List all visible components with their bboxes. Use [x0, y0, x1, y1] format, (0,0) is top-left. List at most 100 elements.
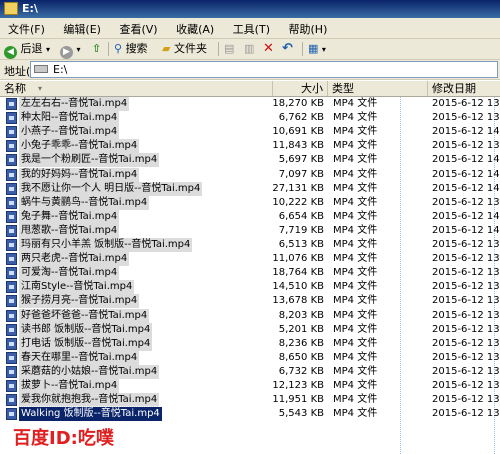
forward-button[interactable]: ▶ ▾	[60, 41, 81, 59]
file-name[interactable]: 好爸爸坏爸爸--音悦Tai.mp4	[19, 308, 150, 323]
file-name[interactable]: 玛丽有只小羊羔 饭制版--音悦Tai.mp4	[19, 238, 193, 252]
file-name[interactable]: 我是一个粉刷匠--音悦Tai.mp4	[19, 153, 160, 168]
file-name[interactable]: 两只老虎--音悦Tai.mp4	[19, 252, 130, 267]
file-row[interactable]: 左左右右--音悦Tai.mp4 18,270 KB MP4 文件 2015-6-12 …	[0, 97, 500, 111]
video-file-icon	[6, 408, 17, 421]
title-bar[interactable]: E:\	[0, 0, 500, 18]
file-type: MP4 文件	[333, 281, 378, 293]
file-name[interactable]: 兔子舞--音悦Tai.mp4	[19, 209, 120, 224]
folder-icon: ▰	[162, 42, 171, 55]
file-row[interactable]: 蜗牛与黄鹂鸟--音悦Tai.mp4 10,222 KB MP4 文件 2015-6-1…	[0, 195, 500, 210]
file-name[interactable]: 拔萝卜--音悦Tai.mp4	[19, 379, 120, 393]
file-row[interactable]: 江南Style--音悦Tai.mp4 14,510 KB MP4 文件 2015-6-…	[0, 280, 500, 295]
file-date: 2015-6-12 14:	[432, 154, 500, 166]
move-to-button[interactable]: ▤	[224, 41, 234, 57]
file-row[interactable]: 我是一个粉刷匠--音悦Tai.mp4 5,697 KB MP4 文件 2015-6-1…	[0, 153, 500, 168]
video-file-icon	[6, 267, 17, 280]
file-name[interactable]: 我不愿让你一个人 明日版--音悦Tai.mp4	[19, 181, 203, 196]
back-arrow-icon: ◀	[4, 46, 17, 59]
menu-view[interactable]: 查看(V)	[111, 18, 164, 37]
column-modified[interactable]: 修改日期	[428, 81, 500, 96]
file-name[interactable]: Walking 饭制版--音悦Tai.mp4	[18, 406, 163, 423]
file-date: 2015-6-12 13:5	[432, 239, 500, 250]
file-size: 11,951 KB	[272, 394, 324, 406]
file-name[interactable]: 我的好妈妈--音悦Tai.mp4	[19, 167, 140, 182]
file-type: MP4 文件	[333, 394, 378, 406]
file-row[interactable]: 兔子舞--音悦Tai.mp4 6,654 KB MP4 文件 2015-6-12 14…	[0, 209, 500, 224]
file-size: 13,678 KB	[272, 295, 324, 307]
file-name[interactable]: 读书郎 饭制版--音悦Tai.mp4	[19, 322, 153, 337]
video-file-icon	[6, 154, 17, 167]
file-row[interactable]: 爱我你就抱抱我--音悦Tai.mp4 11,951 KB MP4 文件 2015-6-…	[0, 393, 500, 408]
column-type[interactable]: 类型	[328, 81, 428, 96]
file-row[interactable]: 打电话 饭制版--音悦Tai.mp4 8,236 KB MP4 文件 2015-6-1…	[0, 336, 500, 351]
file-name[interactable]: 打电话 饭制版--音悦Tai.mp4	[19, 336, 153, 351]
video-file-icon	[6, 380, 17, 392]
file-type: MP4 文件	[333, 337, 378, 349]
file-size: 10,222 KB	[272, 196, 324, 208]
menu-help[interactable]: 帮助(H)	[281, 18, 335, 37]
file-date: 2015-6-12 13:5	[432, 281, 500, 293]
file-name[interactable]: 小燕子--音悦Tai.mp4	[19, 125, 120, 140]
file-size: 5,543 KB	[278, 408, 324, 420]
file-name[interactable]: 种太阳--音悦Tai.mp4	[19, 111, 120, 126]
menu-tools[interactable]: 工具(T)	[225, 18, 277, 37]
file-row[interactable]: 拔萝卜--音悦Tai.mp4 12,123 KB MP4 文件 2015-6-12 1…	[0, 379, 500, 393]
file-date: 2015-6-12 13:5	[432, 408, 500, 420]
file-row[interactable]: 小兔子乖乖--音悦Tai.mp4 11,843 KB MP4 文件 2015-6-12…	[0, 139, 500, 154]
file-name[interactable]: 采蘑菇的小姑娘--音悦Tai.mp4	[19, 364, 160, 379]
menu-edit[interactable]: 编辑(E)	[55, 18, 108, 37]
file-row[interactable]: 甩葱歌--音悦Tai.mp4 7,719 KB MP4 文件 2015-6-12 14…	[0, 223, 500, 238]
file-size: 6,654 KB	[278, 210, 324, 222]
search-icon: ⚲	[114, 42, 123, 55]
video-file-icon	[6, 337, 17, 350]
file-name[interactable]: 猴子捞月亮--音悦Tai.mp4	[19, 294, 140, 309]
file-date: 2015-6-12 13:5	[432, 196, 500, 208]
file-row[interactable]: 我的好妈妈--音悦Tai.mp4 7,097 KB MP4 文件 2015-6-12 …	[0, 167, 500, 182]
file-name[interactable]: 爱我你就抱抱我--音悦Tai.mp4	[19, 393, 160, 408]
file-name[interactable]: 蜗牛与黄鹂鸟--音悦Tai.mp4	[19, 195, 150, 210]
file-type: MP4 文件	[333, 182, 378, 194]
file-date: 2015-6-12 13:5	[432, 140, 500, 152]
file-row[interactable]: 读书郎 饭制版--音悦Tai.mp4 5,201 KB MP4 文件 2015-6-1…	[0, 322, 500, 337]
file-row[interactable]: 采蘑菇的小姑娘--音悦Tai.mp4 6,732 KB MP4 文件 2015-6-1…	[0, 364, 500, 379]
file-row[interactable]: 种太阳--音悦Tai.mp4 6,762 KB MP4 文件 2015-6-12 13…	[0, 111, 500, 126]
file-row[interactable]: 春天在哪里--音悦Tai.mp4 8,650 KB MP4 文件 2015-6-12 …	[0, 350, 500, 365]
menu-favorites[interactable]: 收藏(A)	[168, 18, 221, 37]
toolbar: ◀ 后退 ▾ ▶ ▾ ⇧ ⚲ 搜索 ▰ 文件夹 ▤ ▥ ✕ ↶ ▦ ▾	[0, 39, 500, 60]
file-row[interactable]: 好爸爸坏爸爸--音悦Tai.mp4 8,203 KB MP4 文件 2015-6-12…	[0, 308, 500, 323]
views-button[interactable]: ▦ ▾	[308, 41, 326, 57]
file-name[interactable]: 小兔子乖乖--音悦Tai.mp4	[19, 139, 140, 154]
folders-button[interactable]: ▰ 文件夹	[162, 41, 207, 57]
back-button[interactable]: ◀ 后退 ▾	[4, 41, 50, 59]
file-type: MP4 文件	[333, 224, 378, 236]
file-type: MP4 文件	[333, 112, 378, 124]
file-row[interactable]: 可爱淘--音悦Tai.mp4 18,764 KB MP4 文件 2015-6-12 1…	[0, 266, 500, 281]
file-name[interactable]: 春天在哪里--音悦Tai.mp4	[19, 350, 140, 365]
file-name[interactable]: 江南Style--音悦Tai.mp4	[19, 280, 135, 295]
column-name[interactable]: 名称 ▾	[0, 81, 273, 96]
file-name[interactable]: 甩葱歌--音悦Tai.mp4	[19, 223, 120, 238]
menu-file[interactable]: 文件(F)	[0, 18, 52, 37]
file-date: 2015-6-12 13:5	[432, 351, 500, 363]
search-button[interactable]: ⚲ 搜索	[114, 41, 148, 57]
address-input[interactable]: E:\	[30, 61, 498, 78]
video-file-icon	[6, 394, 17, 407]
file-row[interactable]: 玛丽有只小羊羔 饭制版--音悦Tai.mp4 6,513 KB MP4 文件 2015…	[0, 238, 500, 252]
file-name[interactable]: 可爱淘--音悦Tai.mp4	[19, 266, 120, 281]
up-folder-button[interactable]: ⇧	[92, 41, 101, 57]
file-name[interactable]: 左左右右--音悦Tai.mp4	[19, 97, 130, 111]
file-row[interactable]: 我不愿让你一个人 明日版--音悦Tai.mp4 27,131 KB MP4 文件 20…	[0, 181, 500, 196]
column-size[interactable]: 大小	[273, 81, 328, 96]
file-type: MP4 文件	[333, 154, 378, 166]
delete-button[interactable]: ✕	[263, 41, 274, 57]
file-row[interactable]: 两只老虎--音悦Tai.mp4 11,076 KB MP4 文件 2015-6-12 …	[0, 252, 500, 267]
video-file-icon	[6, 196, 17, 209]
file-row[interactable]: Walking 饭制版--音悦Tai.mp4 5,543 KB MP4 文件 2015…	[0, 406, 500, 423]
file-row[interactable]: 小燕子--音悦Tai.mp4 10,691 KB MP4 文件 2015-6-12 1…	[0, 125, 500, 140]
column-header: 名称 ▾ 大小 类型 修改日期	[0, 81, 500, 97]
file-type: MP4 文件	[333, 126, 378, 138]
file-row[interactable]: 猴子捞月亮--音悦Tai.mp4 13,678 KB MP4 文件 2015-6-12…	[0, 294, 500, 309]
copy-to-button[interactable]: ▥	[244, 41, 254, 57]
undo-button[interactable]: ↶	[282, 41, 293, 57]
